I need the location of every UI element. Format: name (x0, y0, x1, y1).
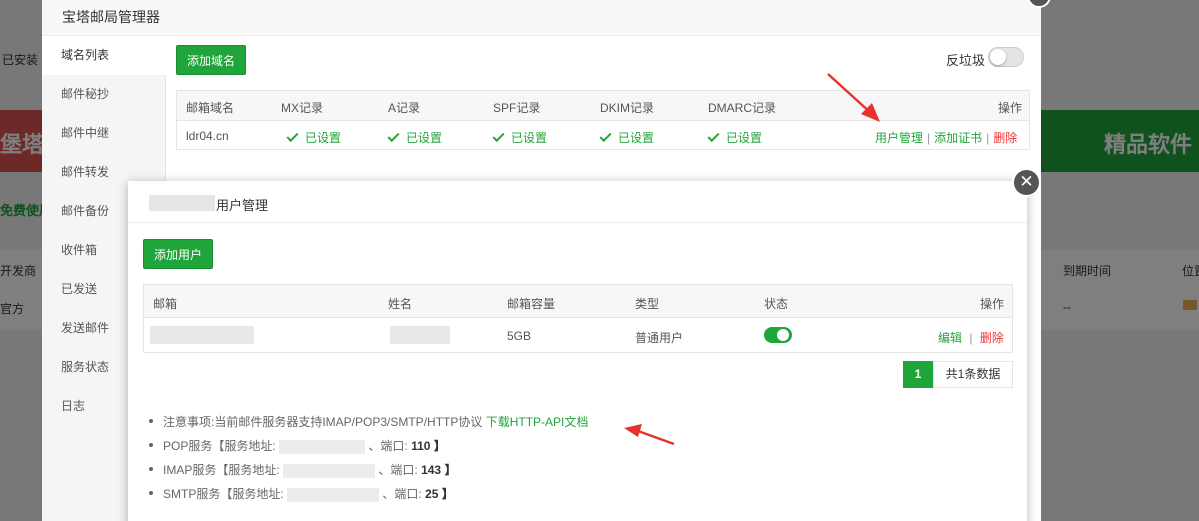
header-status: 状态 (764, 297, 789, 311)
redacted-email (150, 326, 254, 344)
close-bracket: 】 (441, 487, 454, 501)
user-table: 邮箱 姓名 邮箱容量 类型 状态 操作 5GB 普通用户 编辑 | 删除 (143, 284, 1013, 353)
header-capacity: 邮箱容量 (507, 297, 556, 311)
pop-port-label: 、端口: (368, 439, 408, 453)
antispam-toggle[interactable] (988, 47, 1024, 67)
page-current[interactable]: 1 (903, 361, 933, 388)
redacted-domain (149, 195, 215, 211)
sidebar-item-mail-bcc[interactable]: 邮件秘抄 (42, 75, 166, 114)
toggle-knob (777, 329, 789, 341)
header-dmarc: DMARC记录 (708, 101, 776, 115)
user-table-header: 邮箱 姓名 邮箱容量 类型 状态 操作 (144, 285, 1012, 318)
dkim-status-text: 已设置 (618, 131, 655, 145)
user-type: 普通用户 (635, 331, 684, 345)
annotation-arrow (827, 73, 880, 122)
user-capacity: 5GB (507, 329, 532, 343)
check-icon (387, 129, 400, 143)
sidebar-item-domain-list[interactable]: 域名列表 (42, 36, 166, 75)
user-management-dialog: 用户管理 ✕ 添加用户 邮箱 姓名 邮箱容量 类型 状态 操作 5GB 普通用户… (128, 168, 1041, 521)
domain-table-header: 邮箱域名 MX记录 A记录 SPF记录 DKIM记录 DMARC记录 操作 (177, 91, 1029, 121)
check-icon (707, 129, 720, 143)
mail-dialog-title: 宝塔邮局管理器 (62, 9, 160, 25)
note-text: 注意事项:当前邮件服务器支持IMAP/POP3/SMTP/HTTP协议 (163, 415, 483, 429)
header-spf: SPF记录 (493, 101, 541, 115)
note-smtp: SMTP服务【服务地址: 、端口: 25 】 (149, 485, 454, 502)
a-status-text: 已设置 (406, 131, 443, 145)
imap-port-label: 、端口: (378, 463, 418, 477)
spf-status-text: 已设置 (511, 131, 548, 145)
domain-name: ldr04.cn (186, 129, 229, 143)
check-icon (286, 129, 299, 143)
redacted-name (390, 326, 450, 344)
mail-dialog-titlebar: 宝塔邮局管理器 (42, 0, 1041, 36)
bullet-icon (149, 419, 153, 423)
redacted-address (279, 439, 366, 454)
delete-domain-link[interactable]: 删除 (993, 131, 1017, 145)
antispam-label: 反垃圾 (946, 53, 986, 68)
pop-label: POP服务【服务地址: (163, 439, 276, 453)
smtp-label: SMTP服务【服务地址: (163, 487, 284, 501)
spf-status: 已设置 (492, 129, 548, 146)
imap-port: 143 (421, 463, 442, 477)
header-mx: MX记录 (281, 101, 324, 115)
mx-status: 已设置 (286, 129, 342, 146)
user-dialog-title: 用户管理 (216, 198, 269, 213)
dmarc-status: 已设置 (707, 129, 763, 146)
header-actions: 操作 (980, 297, 1005, 311)
bullet-icon (149, 443, 153, 447)
redacted-address (283, 463, 376, 478)
domain-actions: 用户管理 | 添加证书 | 删除 (875, 129, 1017, 146)
a-status: 已设置 (387, 129, 443, 146)
edit-user-link[interactable]: 编辑 (938, 331, 962, 345)
sidebar-item-mail-relay[interactable]: 邮件中继 (42, 114, 166, 153)
user-status-toggle[interactable] (764, 327, 792, 343)
user-actions: 编辑 | 删除 (938, 329, 1004, 346)
pop-port: 110 (411, 439, 431, 453)
annotation-arrow (624, 424, 675, 446)
imap-label: IMAP服务【服务地址: (163, 463, 280, 477)
header-name: 姓名 (388, 297, 413, 311)
close-bracket: 】 (444, 463, 457, 477)
smtp-port-label: 、端口: (382, 487, 422, 501)
add-user-button[interactable]: 添加用户 (143, 239, 213, 269)
separator: | (986, 131, 990, 145)
close-bracket: 】 (433, 439, 446, 453)
dmarc-status-text: 已设置 (726, 131, 763, 145)
mx-status-text: 已设置 (305, 131, 342, 145)
user-management-link[interactable]: 用户管理 (875, 131, 923, 145)
note-protocols: 注意事项:当前邮件服务器支持IMAP/POP3/SMTP/HTTP协议 下载HT… (149, 413, 589, 430)
bullet-icon (149, 467, 153, 471)
dkim-status: 已设置 (599, 129, 655, 146)
check-icon (599, 129, 612, 143)
page-total: 共1条数据 (933, 361, 1013, 388)
user-dialog-titlebar: 用户管理 (128, 181, 1027, 223)
add-certificate-link[interactable]: 添加证书 (934, 131, 982, 145)
header-type: 类型 (635, 297, 660, 311)
separator: | (966, 331, 976, 345)
header-email: 邮箱 (153, 297, 178, 311)
header-a: A记录 (388, 101, 421, 115)
add-domain-button[interactable]: 添加域名 (176, 45, 246, 75)
header-dkim: DKIM记录 (600, 101, 655, 115)
download-api-doc-link[interactable]: 下载HTTP-API文档 (486, 415, 589, 429)
note-imap: IMAP服务【服务地址: 、端口: 143 】 (149, 461, 457, 478)
header-actions: 操作 (998, 101, 1023, 115)
check-icon (492, 129, 505, 143)
domain-table: 邮箱域名 MX记录 A记录 SPF记录 DKIM记录 DMARC记录 操作 ld… (176, 90, 1030, 150)
bullet-icon (149, 491, 153, 495)
delete-user-link[interactable]: 删除 (980, 331, 1004, 345)
separator: | (927, 131, 931, 145)
redacted-address (287, 487, 380, 502)
header-domain: 邮箱域名 (186, 101, 235, 115)
close-icon[interactable]: ✕ (1012, 168, 1041, 197)
toggle-knob (990, 49, 1006, 65)
smtp-port: 25 (425, 487, 439, 501)
note-pop: POP服务【服务地址: 、端口: 110 】 (149, 437, 446, 454)
